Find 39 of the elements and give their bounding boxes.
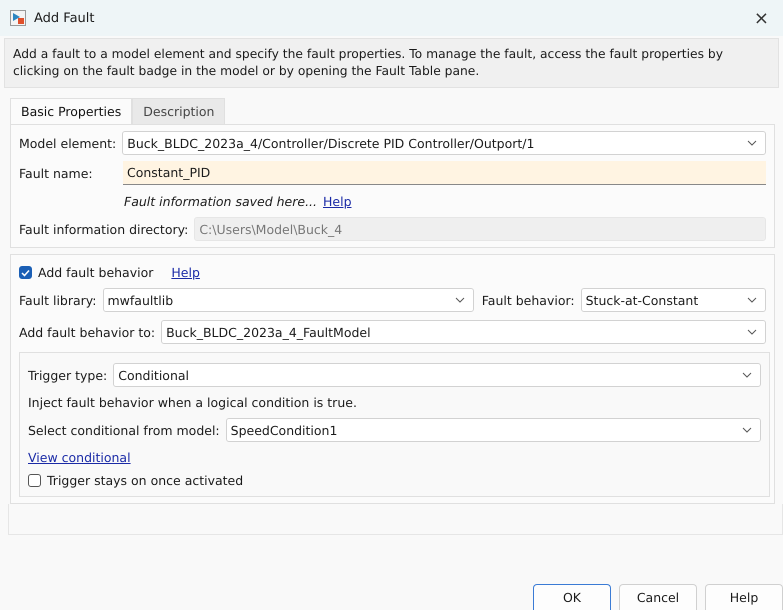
window-title: Add Fault <box>34 10 96 26</box>
app-icon <box>10 10 26 26</box>
help-link[interactable]: Help <box>323 194 352 208</box>
chevron-icon <box>747 140 757 146</box>
close-button[interactable]: × <box>750 8 773 28</box>
field-label: Add fault behavior to: <box>19 324 156 340</box>
checkbox[interactable] <box>19 266 32 279</box>
tab[interactable]: Basic Properties <box>10 98 132 124</box>
dropdown[interactable]: Buck_BLDC_2023a_4_FaultModel <box>161 320 766 344</box>
field-label: Fault name: <box>19 166 94 180</box>
checkbox[interactable] <box>28 474 41 487</box>
field-label: Fault library: <box>19 292 96 308</box>
input-field[interactable]: Constant_PID <box>123 161 766 185</box>
field-label: Model element: <box>19 136 116 150</box>
dialog-button[interactable]: Cancel <box>619 584 697 610</box>
chevron-icon <box>742 372 752 378</box>
chevron-icon <box>747 329 757 335</box>
dropdown[interactable]: SpeedCondition1 <box>226 418 761 442</box>
field-label: Fault behavior: <box>482 292 575 308</box>
field-label: Trigger type: <box>28 368 108 382</box>
field-label: Select conditional from model: <box>28 422 220 438</box>
dropdown[interactable]: Conditional <box>113 363 761 387</box>
description-text: Add a fault to a model element and specify the fault properties. To manage the fault, access the fault properties by clicking on the fault badge in the model or by opening the Fault Table pane. <box>4 38 779 88</box>
dialog-button[interactable]: OK <box>533 584 611 610</box>
chevron-icon <box>747 297 757 303</box>
help-link[interactable]: Help <box>171 265 200 280</box>
dropdown[interactable]: Stuck-at-Constant <box>580 288 766 312</box>
chevron-icon <box>742 427 752 433</box>
info-note: Fault information saved here... <box>124 194 317 208</box>
view-conditional-link[interactable]: View conditional <box>28 450 131 465</box>
dropdown[interactable]: Buck_BLDC_2023a_4/Controller/Discrete PID Controller/Outport/1 <box>122 131 766 155</box>
checkbox-label: Add fault behavior <box>38 265 154 280</box>
dropdown[interactable]: mwfaultlib <box>102 288 474 312</box>
tab[interactable]: Description <box>132 98 226 124</box>
chevron-icon <box>454 297 465 303</box>
trigger-hint: Inject fault behavior when a logical condition is true. <box>28 395 358 410</box>
dialog-button[interactable]: Help <box>705 584 783 610</box>
checkbox-label: Trigger stays on once activated <box>47 473 244 488</box>
field-label: Fault information directory: <box>19 222 188 236</box>
